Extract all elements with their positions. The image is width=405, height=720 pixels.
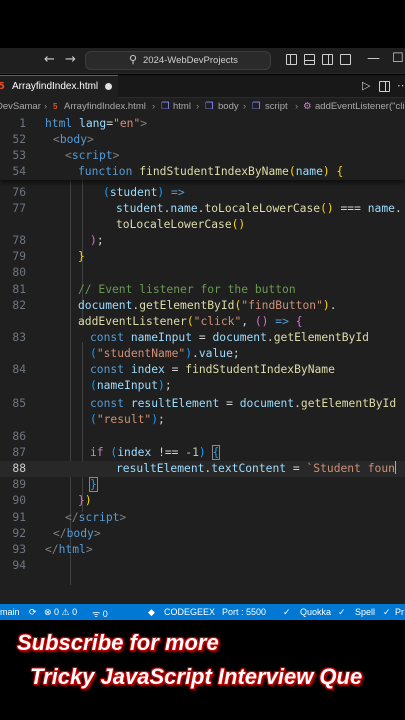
back-arrow-icon[interactable]: ← [44,52,55,67]
html5-icon: 5 [53,102,58,111]
code-line[interactable]: 79} [0,249,405,265]
function-icon: ⚙ [303,101,312,112]
title-bar: ← → ⚲ 2024-WebDevProjects — ☐ [0,48,405,74]
code-line[interactable]: 52 <body> [0,132,405,148]
toggle-sidebar-icon[interactable] [286,54,297,65]
breadcrumb: DevSamar › 5 ArrayfindIndex.html › ❒ htm… [0,98,405,116]
branch-status[interactable]: main [0,607,20,617]
breadcrumb-html[interactable]: html [173,101,191,112]
element-icon: ❒ [252,101,261,112]
html5-icon: 5 [0,81,5,92]
forward-arrow-icon[interactable]: → [65,52,76,67]
code-line-wrap[interactable]: addEventListener("click", () => { [0,314,405,330]
code-line[interactable]: 84 const index = findStudentIndexByName [0,362,405,378]
code-editor[interactable]: 1 html lang="en"> 52 <body> 53 <script> 54 f… [0,116,405,604]
minimize-icon[interactable]: — [367,51,380,66]
toggle-panel-icon[interactable] [304,54,315,65]
code-line[interactable]: 77 student.name.toLocaleLowerCase() === n… [0,201,405,217]
prettier-status[interactable]: Pr [395,607,404,617]
breadcrumb-script[interactable]: script [265,101,288,112]
more-actions-icon[interactable]: ⋯ [397,79,405,92]
code-line[interactable]: 92 </body> [0,526,405,542]
code-line[interactable]: 87 if (index !== -1) { [0,445,405,461]
tab-label: ArrayfindIndex.html [12,81,99,92]
tab-arrayfindindex[interactable]: 5 ArrayfindIndex.html [0,75,118,98]
workspace-title: 2024-WebDevProjects [143,55,238,66]
sync-icon[interactable]: ⟳ [29,607,37,618]
check-icon: ✓ [383,607,391,617]
check-icon: ✓ [283,607,291,617]
code-line[interactable]: 82 document.getElementById("findButton"). [0,298,405,314]
port-status[interactable]: Port : 5500 [222,607,266,617]
check-icon: ✓ [338,607,346,617]
code-line[interactable]: 93 </html> [0,542,405,558]
editor-tab-bar: 5 ArrayfindIndex.html ▷ ⋯ [0,75,405,98]
breadcrumb-body[interactable]: body [218,101,239,112]
chevron-right-icon: › [295,101,299,112]
code-line[interactable]: 94 [0,558,405,574]
code-line[interactable]: 81// Event listener for the button [0,282,405,298]
customize-layout-icon[interactable] [340,54,351,65]
code-line[interactable]: 53 <script> [0,148,405,164]
code-line[interactable]: 85 const resultElement = document.getElem… [0,396,405,412]
codegeex-status[interactable]: CODEGEEX [164,607,215,617]
search-icon: ⚲ [129,53,138,66]
breadcrumb-folder[interactable]: DevSamar [0,101,41,112]
code-line-current[interactable]: 88 resultElement.textContent = `Student f… [0,461,405,477]
code-line[interactable]: 86 [0,429,405,445]
caption-line-1: Subscribe for more [17,630,219,655]
video-top-bar [0,0,405,48]
breadcrumb-function[interactable]: addEventListener("click [315,101,405,112]
code-line-wrap[interactable]: (nameInput); [0,378,405,394]
quokka-status[interactable]: Quokka [300,607,331,617]
element-icon: ❒ [161,101,170,112]
text-cursor [394,461,396,474]
split-editor-icon[interactable] [379,81,390,92]
status-bar: main ⟳ ⊗ 0 ⚠ 0 ᯤ 0 ◆ CODEGEEX Port : 550… [0,604,405,621]
sticky-scroll-header[interactable]: 1 html lang="en"> 52 <body> 53 <script> 54 f… [0,116,405,180]
chevron-right-icon: › [243,101,247,112]
unsaved-dot-icon[interactable] [105,83,112,90]
breadcrumb-file[interactable]: ArrayfindIndex.html [64,101,146,112]
code-line[interactable]: 54 function findStudentIndexByName(name) … [0,164,405,180]
code-line-wrap[interactable]: ("result"); [0,412,405,428]
code-line-wrap[interactable]: ("studentName").value; [0,346,405,362]
codegeex-icon: ◆ [148,607,155,617]
chevron-right-icon: › [196,101,200,112]
code-line[interactable]: 76 (student) => [0,185,405,201]
toggle-secondary-sidebar-icon[interactable] [322,54,333,65]
code-line[interactable]: 1 html lang="en"> [0,116,405,132]
problems-status[interactable]: ⊗ 0 ⚠ 0 [44,607,77,618]
code-line-wrap[interactable]: toLocaleLowerCase() [0,217,405,233]
code-line[interactable]: 89} [0,477,405,493]
code-line[interactable]: 78); [0,233,405,249]
ports-status[interactable]: ᯤ 0 [92,607,108,620]
chevron-right-icon: › [152,101,156,112]
element-icon: ❒ [205,101,214,112]
caption-line-2: Tricky JavaScript Interview Que [30,664,363,689]
chevron-right-icon: › [44,101,48,112]
run-icon[interactable]: ▷ [362,79,370,92]
code-line[interactable]: 91 </script> [0,510,405,526]
code-line[interactable]: 90}) [0,493,405,509]
code-line[interactable]: 80 [0,265,405,281]
code-line[interactable]: 83 const nameInput = document.getElementB… [0,330,405,346]
command-center[interactable]: ⚲ 2024-WebDevProjects [85,51,271,70]
spell-status[interactable]: Spell [355,607,375,617]
maximize-icon[interactable]: ☐ [392,51,404,66]
